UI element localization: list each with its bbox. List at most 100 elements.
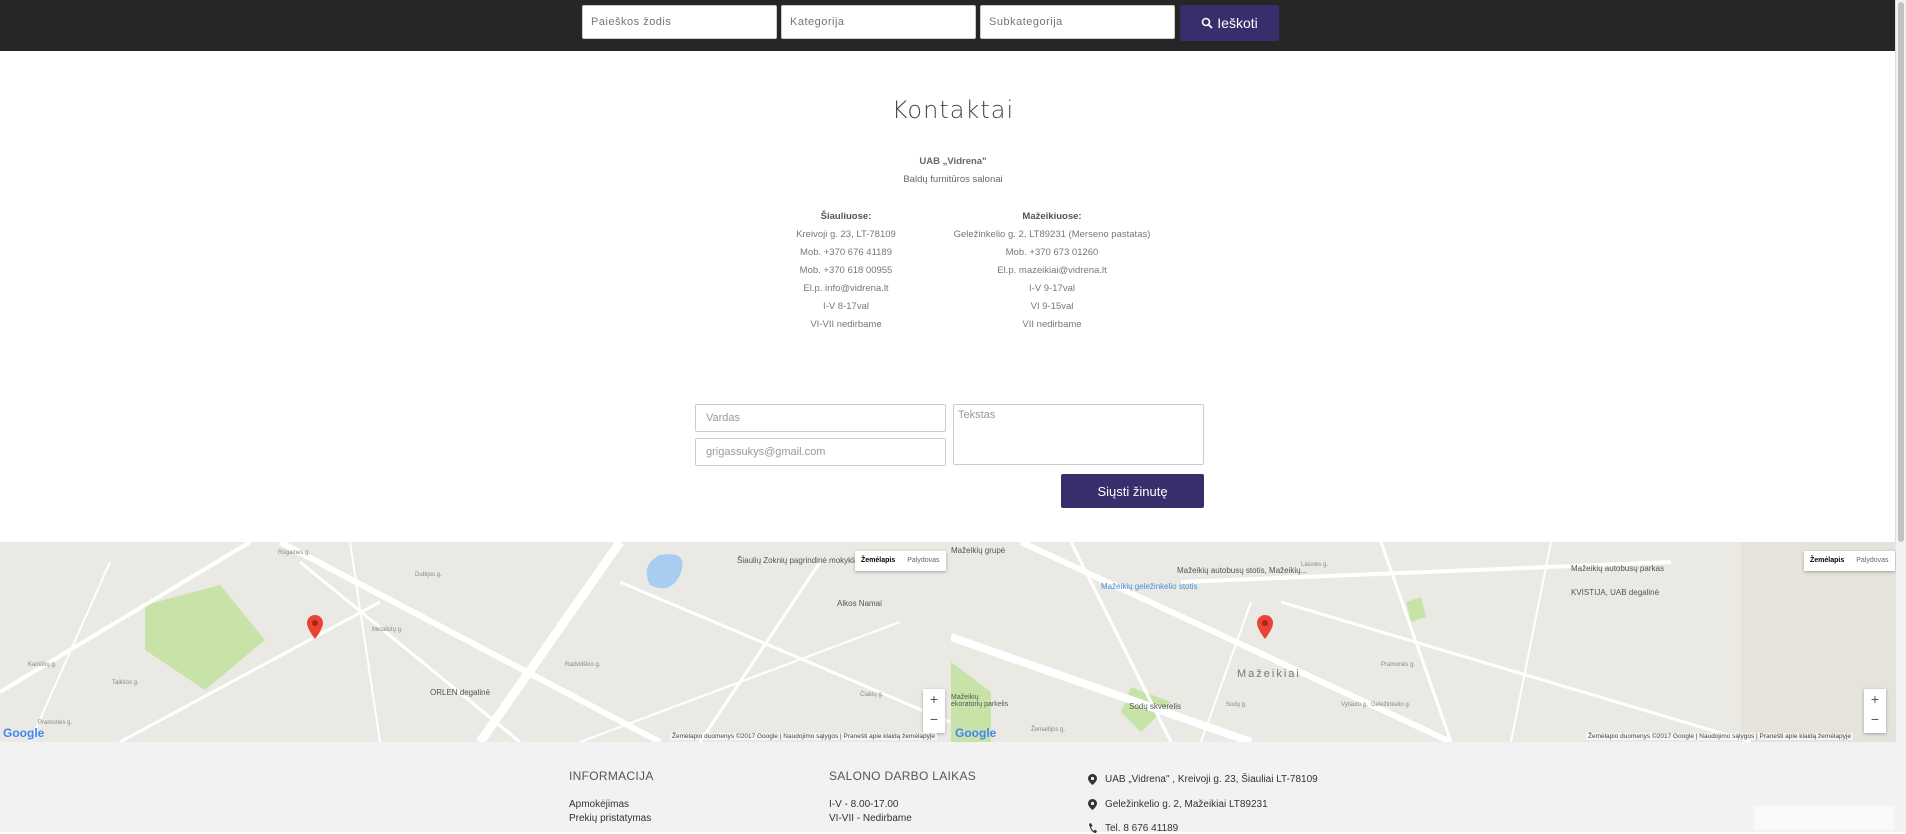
poi-alkos-namai[interactable]: Alkos Namai bbox=[837, 599, 882, 608]
zoom-out-button[interactable]: − bbox=[923, 709, 945, 729]
map-type-toggle[interactable]: Žemėlapis Palydovas bbox=[1804, 551, 1895, 571]
map-mazeikiai[interactable]: Mažeikių autobusų stotis, Mažeikių... Ma… bbox=[951, 542, 1896, 742]
poi-park[interactable]: Mažeikių ekoratorių parkelis bbox=[951, 694, 1011, 708]
zoom-in-button[interactable]: + bbox=[923, 689, 945, 709]
siauliai-contacts: Šiauliuose: Kreivoji g. 23, LT-78109 Mob… bbox=[746, 208, 946, 334]
top-search-bar: Ieškoti bbox=[0, 0, 1906, 51]
map-data-text: Žemėlapio duomenys ©2017 Google bbox=[1588, 733, 1694, 740]
poi-orlen[interactable]: ORLEN degalinė bbox=[430, 688, 490, 697]
map-zoom-controls: + − bbox=[923, 689, 945, 733]
zoom-in-button[interactable]: + bbox=[1864, 689, 1886, 709]
mazeikiai-hours-weekdays: I-V 9-17val bbox=[1029, 283, 1075, 294]
mazeikiai-hours-saturday: VI 9-15val bbox=[1030, 301, 1074, 312]
street-label: Vytauto g. bbox=[1341, 702, 1368, 708]
footer-link-payment[interactable]: Apmokėjimas bbox=[569, 799, 629, 810]
message-textarea[interactable]: Tekstas bbox=[953, 404, 1204, 465]
map-report-link[interactable]: Pranešti apie klaidą žemėlapyje bbox=[844, 733, 935, 740]
footer-phone-text: Tel. 8 676 41189 bbox=[1105, 823, 1179, 834]
page-title: Kontaktai bbox=[891, 96, 1015, 124]
map-siauliai[interactable]: Šiaulių Zoknių pagrindinė mokykla Alkos … bbox=[0, 542, 951, 742]
map-marker-icon bbox=[1088, 799, 1097, 810]
street-label: Žemaitijos g. bbox=[1031, 727, 1066, 733]
map-type-map[interactable]: Žemėlapis bbox=[855, 551, 901, 571]
phone-icon bbox=[1089, 823, 1097, 833]
company-subtitle: Baldų furnitūros salonai bbox=[903, 174, 1003, 185]
search-icon bbox=[1201, 17, 1213, 29]
location-pin-icon[interactable] bbox=[1257, 615, 1273, 639]
mazeikiai-contacts: Mažeikiuose: Geležinkelio g. 2, LT89231 … bbox=[932, 208, 1172, 334]
map-type-satellite[interactable]: Palydovas bbox=[1850, 551, 1894, 571]
map-attribution: Žemėlapio duomenys ©2017 Google | Naudoj… bbox=[670, 733, 937, 740]
map-zoom-controls: + − bbox=[1864, 689, 1886, 733]
google-logo: Google bbox=[3, 726, 45, 740]
mazeikiai-email[interactable]: El.p. mazeikiai@vidrena.lt bbox=[932, 262, 1172, 280]
map-mazeikiai-roads bbox=[951, 542, 1896, 742]
mazeikiai-heading: Mažeikiuose: bbox=[1022, 211, 1082, 222]
footer-address-mazeikiai: Geležinkelio g. 2, Mažeikiai LT89231 bbox=[1088, 799, 1268, 810]
footer-info-heading: INFORMACIJA bbox=[569, 769, 654, 783]
footer-address-siauliai: UAB „Vidrena" , Kreivoji g. 23, Šiauliai… bbox=[1088, 774, 1318, 785]
poi-kvistija[interactable]: KVISTIJA, UAB degalinė bbox=[1571, 588, 1659, 597]
street-label: Talkšos g. bbox=[112, 680, 139, 686]
street-label: Dubijos g. bbox=[415, 572, 442, 578]
map-type-toggle[interactable]: Žemėlapis Palydovas bbox=[855, 551, 946, 571]
map-data-text: Žemėlapio duomenys ©2017 Google bbox=[672, 733, 778, 740]
map-type-satellite[interactable]: Palydovas bbox=[901, 551, 945, 571]
street-label: Radviliškio g. bbox=[565, 662, 601, 668]
email-field[interactable]: grigassukys@gmail.com bbox=[695, 438, 946, 466]
siauliai-phone-2: Mob. +370 618 00955 bbox=[799, 265, 893, 276]
poi-group[interactable]: Mažeikių grupė bbox=[951, 546, 1005, 555]
mazeikiai-address: Geležinkelio g. 2, LT89231 (Merseno past… bbox=[953, 229, 1151, 240]
street-label: Sodų g. bbox=[1226, 702, 1247, 708]
street-label: Rūgaines g. bbox=[278, 550, 311, 556]
map-siauliai-roads bbox=[0, 542, 951, 742]
search-button[interactable]: Ieškoti bbox=[1180, 5, 1279, 41]
company-name: UAB „Vidrena" bbox=[919, 156, 987, 167]
poi-bus-station[interactable]: Mažeikių autobusų stotis, Mažeikių... bbox=[1177, 566, 1307, 575]
google-logo: Google bbox=[955, 726, 997, 740]
map-attribution: Žemėlapio duomenys ©2017 Google | Naudoj… bbox=[1586, 733, 1853, 740]
siauliai-hours-weekdays: I-V 8-17val bbox=[823, 301, 869, 312]
subcategory-input[interactable] bbox=[980, 5, 1175, 39]
street-label: Kairiūkų g. bbox=[28, 662, 57, 668]
map-terms-link[interactable]: Naudojimo sąlygos bbox=[1699, 733, 1754, 740]
map-type-map[interactable]: Žemėlapis bbox=[1804, 551, 1850, 571]
street-label: Laisvės g. bbox=[1301, 562, 1329, 568]
search-button-label: Ieškoti bbox=[1217, 15, 1258, 31]
footer-address-text: Geležinkelio g. 2, Mažeikiai LT89231 bbox=[1105, 799, 1268, 810]
street-label: Geležinkelio g. bbox=[1371, 702, 1411, 708]
page-scrollbar[interactable] bbox=[1895, 0, 1906, 832]
keyword-search-input[interactable] bbox=[582, 5, 777, 39]
map-terms-link[interactable]: Naudojimo sąlygos bbox=[783, 733, 838, 740]
poi-railway-station[interactable]: Mažeikių geležinkelio stotis bbox=[1101, 582, 1198, 591]
footer-hours-weekdays: I-V - 8.00-17.00 bbox=[829, 799, 899, 810]
send-message-button[interactable]: Siųsti žinutę bbox=[1061, 474, 1204, 508]
map-marker-icon bbox=[1088, 774, 1097, 785]
street-label: Metalistų g. bbox=[372, 627, 403, 633]
footer-hours-weekend: VI-VII - Nedirbame bbox=[829, 813, 912, 824]
map-town-label: Mažeikiai bbox=[1237, 668, 1301, 680]
location-pin-icon[interactable] bbox=[307, 615, 323, 639]
map-report-link[interactable]: Pranešti apie klaidą žemėlapyje bbox=[1760, 733, 1851, 740]
siauliai-hours-weekend: VI-VII nedirbame bbox=[810, 319, 882, 330]
scrollbar-thumb[interactable] bbox=[1898, 2, 1904, 542]
siauliai-address: Kreivoji g. 23, LT-78109 bbox=[796, 229, 896, 240]
poi-bus-park[interactable]: Mažeikių autobusų parkas bbox=[1571, 564, 1664, 573]
street-label: Čiakių g. bbox=[860, 692, 884, 698]
zoom-out-button[interactable]: − bbox=[1864, 709, 1886, 729]
mazeikiai-hours-sunday: VII nedirbame bbox=[1022, 319, 1082, 330]
category-input[interactable] bbox=[781, 5, 976, 39]
poi-sodu-skverelis[interactable]: Sodų skverelis bbox=[1129, 702, 1181, 711]
corner-watermark bbox=[1754, 806, 1894, 830]
siauliai-heading: Šiauliuose: bbox=[820, 211, 872, 222]
poi-school[interactable]: Šiaulių Zoknių pagrindinė mokykla bbox=[737, 556, 858, 565]
name-field[interactable]: Vardas bbox=[695, 404, 946, 432]
footer-hours-heading: SALONO DARBO LAIKAS bbox=[829, 769, 977, 783]
site-footer bbox=[0, 742, 1896, 832]
footer-link-delivery[interactable]: Prekių pristatymas bbox=[569, 813, 651, 824]
street-label: Pramonės g. bbox=[1381, 662, 1416, 668]
mazeikiai-phone: Mob. +370 673 01260 bbox=[1005, 247, 1099, 258]
siauliai-email[interactable]: El.p. info@vidrena.lt bbox=[746, 280, 946, 298]
footer-address-text: UAB „Vidrena" , Kreivoji g. 23, Šiauliai… bbox=[1105, 774, 1318, 785]
siauliai-phone-1: Mob. +370 676 41189 bbox=[800, 247, 892, 258]
